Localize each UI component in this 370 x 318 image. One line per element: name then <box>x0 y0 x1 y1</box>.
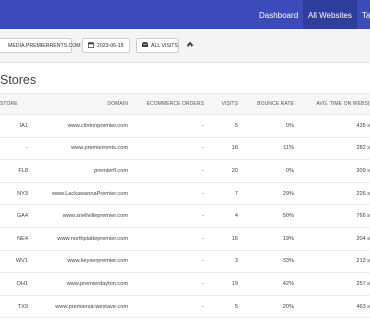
cell-visits: 4 <box>234 213 238 220</box>
table-row[interactable]: OH1 www.premierdayton.com - 19 42% 257 s… <box>0 273 370 296</box>
table-row[interactable]: GA4 www.snellvillepremier.com - 4 50% 76… <box>0 205 370 228</box>
cell-visits: 18 <box>231 145 238 152</box>
table-row[interactable]: FL8 premierfl.com - 20 0% 309 sec <box>0 160 370 183</box>
table-header-row: STORE DOMAIN ECOMMERCE ORDERS VISITS BOU… <box>0 93 370 115</box>
cell-ecommerce-orders: - <box>202 190 204 197</box>
cell-domain: premierfl.com <box>94 167 128 174</box>
cell-avg-time: 766 sec <box>356 213 370 220</box>
cell-visits: 5 <box>234 303 238 310</box>
cell-domain: www.snellvillepremier.com <box>62 213 128 220</box>
nav-all-websites[interactable]: All Websites <box>303 0 357 29</box>
cell-store: TX9 <box>17 303 28 310</box>
cell-avg-time: 213 sec <box>356 258 370 265</box>
table-row[interactable]: - www.premierrents.com - 18 11% 282 sec <box>0 138 370 161</box>
cell-store: GA4 <box>16 213 28 220</box>
cell-ecommerce-orders: - <box>202 145 204 152</box>
table-row[interactable]: WV1 www.keyserpremier.com - 3 33% 213 se… <box>0 251 370 274</box>
cell-domain: www.premierrents.com <box>71 145 128 152</box>
cell-avg-time: 204 sec <box>356 235 370 242</box>
cell-store: NE4 <box>17 235 28 242</box>
site-selector-label: MEDIA.PREMIERRENTS.COM <box>8 43 81 49</box>
column-header-store[interactable]: STORE <box>0 94 26 114</box>
column-header-domain[interactable]: DOMAIN <box>40 94 128 114</box>
site-selector-button[interactable]: MEDIA.PREMIERRENTS.COM <box>0 38 81 53</box>
cell-visits: 19 <box>231 280 238 287</box>
cell-avg-time: 257 sec <box>356 280 370 287</box>
cell-store: NY3 <box>17 190 28 197</box>
cell-store: FL8 <box>18 167 28 174</box>
calendar-icon <box>87 41 95 48</box>
date-selector-label: 2023-06-18 <box>97 43 124 49</box>
cell-domain: www.premierdayton.com <box>66 280 128 287</box>
cell-ecommerce-orders: - <box>202 167 204 174</box>
home-icon[interactable] <box>186 40 194 50</box>
cell-visits: 3 <box>234 258 238 265</box>
cell-ecommerce-orders: - <box>202 280 204 287</box>
cell-bounce-rate: 0% <box>285 167 294 174</box>
cell-bounce-rate: 50% <box>282 213 294 220</box>
table-row[interactable]: NE4 www.northplattepremier.com - 16 19% … <box>0 228 370 251</box>
column-header-ecommerce-orders[interactable]: ECOMMERCE ORDERS <box>147 94 204 114</box>
cell-domain: www.LackawannaPremier.com <box>51 190 128 197</box>
nav-dashboard[interactable]: Dashboard <box>259 0 298 29</box>
cell-ecommerce-orders: - <box>202 122 204 129</box>
table-row[interactable]: TX9 www.premiersa-westave.com - 5 20% 46… <box>0 296 370 318</box>
cell-bounce-rate: 19% <box>282 235 294 242</box>
cell-avg-time: 463 sec <box>356 303 370 310</box>
segment-selector-label: ALL VISITS <box>151 43 178 49</box>
cell-bounce-rate: 42% <box>282 280 294 287</box>
cell-store: IA1 <box>19 122 28 129</box>
cell-store: WV1 <box>15 258 28 265</box>
segment-icon <box>142 42 148 48</box>
cell-ecommerce-orders: - <box>202 258 204 265</box>
date-selector-button[interactable]: 2023-06-18 <box>82 38 130 53</box>
cell-bounce-rate: 0% <box>285 122 294 129</box>
column-header-avg-time[interactable]: AVG. TIME ON WEBSITE <box>306 94 370 114</box>
table-row[interactable]: IA1 www.clintonpremier.com - 5 0% 435 se… <box>0 115 370 138</box>
cell-avg-time: 282 sec <box>356 145 370 152</box>
cell-avg-time: 226 sec <box>356 190 370 197</box>
cell-visits: 5 <box>234 122 238 129</box>
cell-visits: 20 <box>231 167 238 174</box>
cell-store: - <box>26 145 28 152</box>
page-title: Stores <box>0 73 37 87</box>
nav-tags[interactable]: Ta <box>362 0 370 29</box>
cell-domain: www.premiersa-westave.com <box>55 303 128 310</box>
cell-visits: 7 <box>234 190 238 197</box>
stores-table: STORE DOMAIN ECOMMERCE ORDERS VISITS BOU… <box>0 93 370 318</box>
cell-visits: 16 <box>231 235 238 242</box>
cell-bounce-rate: 29% <box>282 190 294 197</box>
cell-avg-time: 435 sec <box>356 122 370 129</box>
toolbar: MEDIA.PREMIERRENTS.COM 2023-06-18 ALL VI… <box>0 29 370 63</box>
column-header-bounce-rate[interactable]: BOUNCE RATE <box>254 94 294 114</box>
cell-bounce-rate: 33% <box>282 258 294 265</box>
cell-store: OH1 <box>16 280 28 287</box>
segment-selector-button[interactable]: ALL VISITS <box>136 38 179 53</box>
cell-domain: www.clintonpremier.com <box>67 122 128 129</box>
top-navbar: Dashboard All Websites Ta <box>0 0 370 29</box>
cell-domain: www.northplattepremier.com <box>57 235 128 242</box>
cell-bounce-rate: 20% <box>282 303 294 310</box>
cell-ecommerce-orders: - <box>202 303 204 310</box>
cell-avg-time: 309 sec <box>356 167 370 174</box>
cell-ecommerce-orders: - <box>202 213 204 220</box>
cell-domain: www.keyserpremier.com <box>67 258 128 265</box>
cell-bounce-rate: 11% <box>283 145 294 152</box>
column-header-visits[interactable]: VISITS <box>218 94 238 114</box>
table-row[interactable]: NY3 www.LackawannaPremier.com - 7 29% 22… <box>0 183 370 206</box>
cell-ecommerce-orders: - <box>202 235 204 242</box>
